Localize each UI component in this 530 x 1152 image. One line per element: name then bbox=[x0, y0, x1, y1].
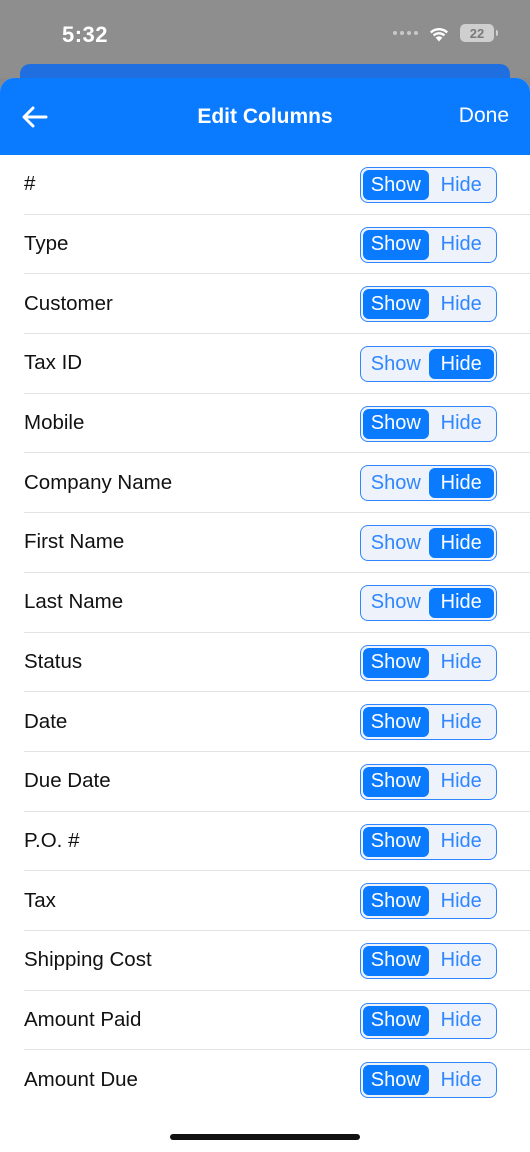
show-hide-segmented-control[interactable]: Show Hide bbox=[360, 405, 497, 442]
show-option[interactable]: Show bbox=[363, 588, 429, 618]
show-option[interactable]: Show bbox=[363, 707, 429, 738]
show-option[interactable]: Show bbox=[363, 1005, 429, 1036]
hide-option[interactable]: Hide bbox=[429, 289, 495, 319]
hide-option[interactable]: Hide bbox=[429, 886, 495, 916]
show-option[interactable]: Show bbox=[363, 170, 429, 200]
hide-option[interactable]: Hide bbox=[428, 468, 494, 499]
column-row: Date Show Hide bbox=[24, 692, 530, 752]
column-label: Tax bbox=[24, 888, 56, 912]
column-label: First Name bbox=[24, 530, 125, 554]
hide-option[interactable]: Hide bbox=[429, 409, 495, 439]
column-row: Company Name Show Hide bbox=[24, 453, 530, 514]
show-option[interactable]: Show bbox=[363, 826, 429, 857]
show-hide-segmented-control[interactable]: Show Hide bbox=[360, 465, 497, 502]
hide-option[interactable]: Hide bbox=[429, 946, 495, 976]
hide-option[interactable]: Hide bbox=[429, 170, 495, 200]
show-hide-segmented-control[interactable]: Show Hide bbox=[360, 286, 497, 323]
show-option[interactable]: Show bbox=[363, 945, 429, 976]
done-button[interactable]: Done bbox=[459, 104, 509, 128]
show-hide-segmented-control[interactable]: Show Hide bbox=[360, 226, 497, 263]
show-hide-segmented-control[interactable]: Show Hide bbox=[360, 942, 497, 979]
column-label: Mobile bbox=[24, 411, 85, 435]
column-row: Customer Show Hide bbox=[24, 274, 530, 335]
column-row: Shipping Cost Show Hide bbox=[24, 931, 530, 991]
hide-option[interactable]: Hide bbox=[428, 587, 494, 618]
show-hide-segmented-control[interactable]: Show Hide bbox=[360, 346, 497, 383]
column-row: Tax ID Show Hide bbox=[24, 334, 530, 394]
column-row: Amount Paid Show Hide bbox=[24, 991, 530, 1051]
show-hide-segmented-control[interactable]: Show Hide bbox=[360, 763, 497, 800]
back-button[interactable] bbox=[18, 100, 52, 134]
hide-option[interactable]: Hide bbox=[429, 1006, 495, 1036]
cellular-signal-icon bbox=[393, 31, 418, 35]
show-hide-segmented-control[interactable]: Show Hide bbox=[360, 1002, 497, 1039]
column-label: Tax ID bbox=[24, 351, 83, 375]
column-row: Tax Show Hide bbox=[24, 871, 530, 931]
edit-columns-sheet: Edit Columns Done # Show Hide Type Show Hide C… bbox=[0, 78, 530, 1152]
show-hide-segmented-control[interactable]: Show Hide bbox=[360, 823, 497, 860]
column-label: Date bbox=[24, 709, 68, 733]
hide-option[interactable]: Hide bbox=[429, 827, 495, 857]
show-option[interactable]: Show bbox=[363, 229, 429, 260]
hide-option[interactable]: Hide bbox=[429, 230, 495, 260]
status-time: 5:32 bbox=[62, 22, 109, 47]
show-option[interactable]: Show bbox=[363, 647, 429, 678]
hide-option[interactable]: Hide bbox=[428, 349, 494, 380]
column-list: # Show Hide Type Show Hide Customer Show Hide Tax… bbox=[0, 155, 530, 1110]
column-row: Last Name Show Hide bbox=[24, 573, 530, 633]
column-label: Customer bbox=[24, 291, 113, 315]
column-label: Amount Due bbox=[24, 1068, 138, 1092]
show-hide-segmented-control[interactable]: Show Hide bbox=[360, 883, 497, 920]
arrow-left-icon bbox=[22, 106, 48, 128]
column-label: Last Name bbox=[24, 590, 124, 614]
hide-option[interactable]: Hide bbox=[429, 767, 495, 797]
page-title: Edit Columns bbox=[197, 104, 333, 128]
navigation-bar: Edit Columns Done bbox=[0, 78, 530, 155]
show-option[interactable]: Show bbox=[363, 528, 429, 558]
show-hide-segmented-control[interactable]: Show Hide bbox=[360, 584, 497, 621]
column-row: Mobile Show Hide bbox=[24, 394, 530, 454]
show-hide-segmented-control[interactable]: Show Hide bbox=[360, 167, 497, 203]
battery-icon: 22 bbox=[460, 24, 498, 42]
show-option[interactable]: Show bbox=[363, 468, 429, 498]
hide-option[interactable]: Hide bbox=[429, 707, 495, 737]
show-hide-segmented-control[interactable]: Show Hide bbox=[360, 1062, 497, 1099]
hide-option[interactable]: Hide bbox=[428, 528, 494, 559]
column-label: P.O. # bbox=[24, 828, 80, 852]
show-option[interactable]: Show bbox=[363, 1065, 429, 1096]
column-label: # bbox=[24, 172, 36, 196]
show-hide-segmented-control[interactable]: Show Hide bbox=[360, 525, 497, 562]
column-label: Company Name bbox=[24, 470, 173, 494]
show-option[interactable]: Show bbox=[363, 408, 429, 439]
column-row: # Show Hide bbox=[24, 155, 530, 215]
column-label: Type bbox=[24, 232, 69, 256]
column-label: Shipping Cost bbox=[24, 948, 152, 972]
column-row: P.O. # Show Hide bbox=[24, 812, 530, 872]
show-option[interactable]: Show bbox=[363, 886, 429, 917]
hide-option[interactable]: Hide bbox=[429, 648, 495, 678]
column-label: Due Date bbox=[24, 769, 111, 793]
wifi-icon bbox=[430, 27, 448, 41]
battery-level: 22 bbox=[469, 25, 485, 41]
show-hide-segmented-control[interactable]: Show Hide bbox=[360, 704, 497, 741]
show-option[interactable]: Show bbox=[363, 289, 429, 320]
column-row: Due Date Show Hide bbox=[24, 752, 530, 812]
show-option[interactable]: Show bbox=[363, 766, 429, 797]
show-option[interactable]: Show bbox=[363, 349, 429, 379]
column-label: Status bbox=[24, 649, 83, 673]
hide-option[interactable]: Hide bbox=[429, 1065, 495, 1095]
column-row: Status Show Hide bbox=[24, 633, 530, 693]
column-row: Type Show Hide bbox=[24, 215, 530, 275]
column-row: Amount Due Show Hide bbox=[24, 1050, 530, 1110]
home-indicator[interactable] bbox=[170, 1134, 360, 1140]
column-label: Amount Paid bbox=[24, 1007, 142, 1031]
status-icons: 22 bbox=[393, 24, 498, 42]
show-hide-segmented-control[interactable]: Show Hide bbox=[360, 644, 497, 681]
column-row: First Name Show Hide bbox=[24, 513, 530, 573]
